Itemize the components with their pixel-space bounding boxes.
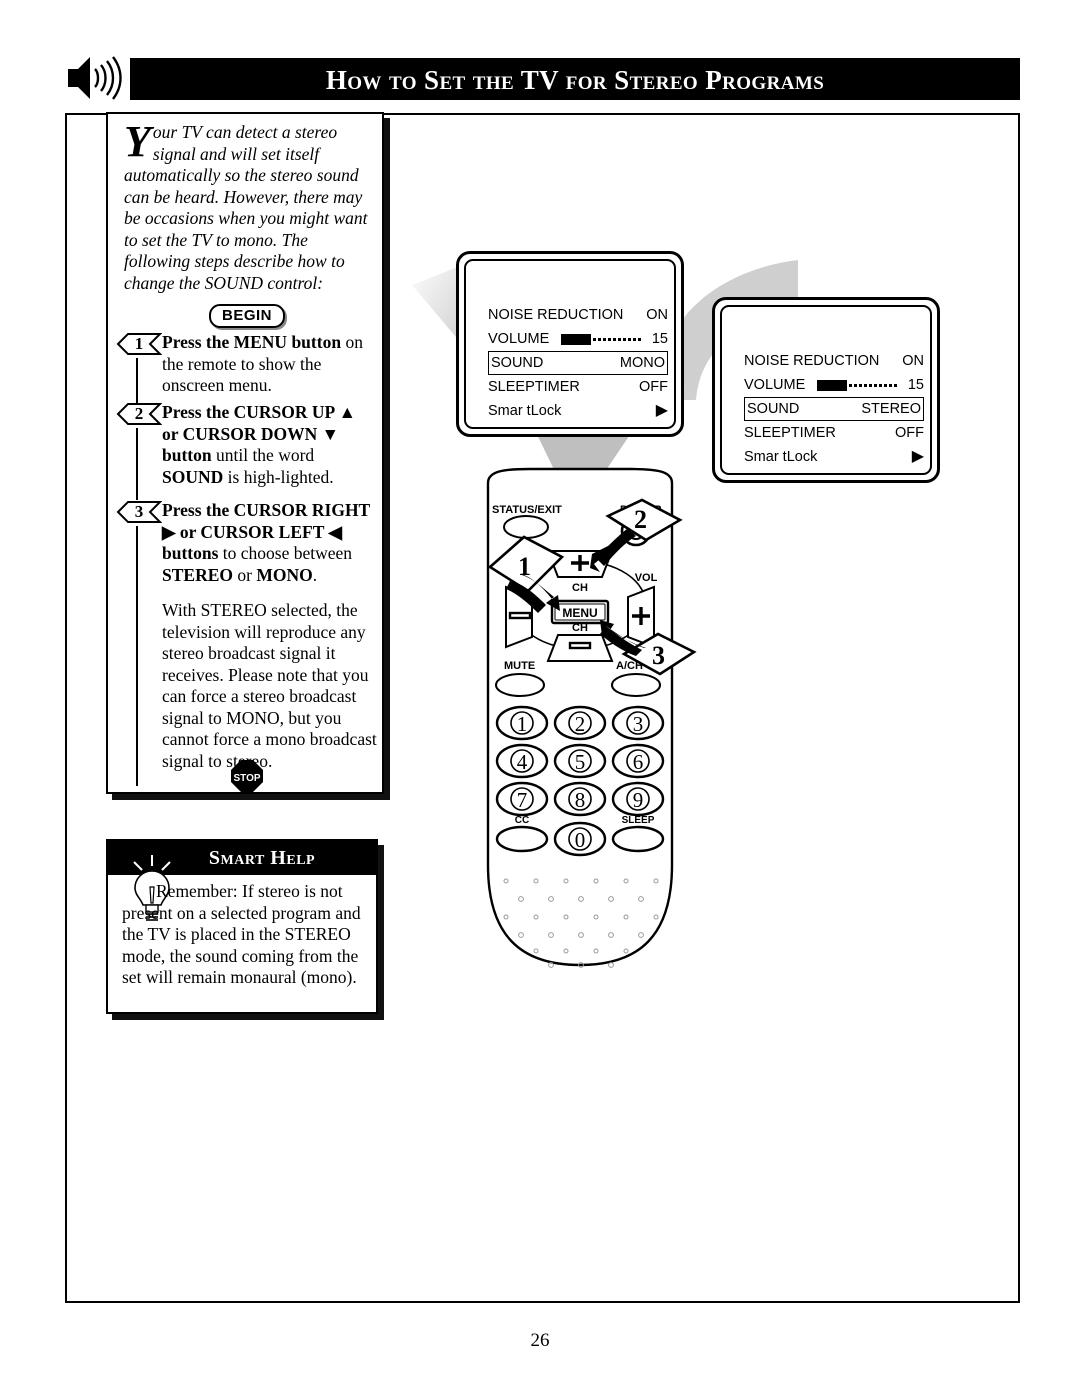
begin-marker: BEGIN (108, 304, 386, 328)
onscreen-menu-stereo: NOISE REDUCTION ON VOLUME 15 SOUND STERE… (744, 349, 924, 469)
menu-row-noise-reduction[interactable]: NOISE REDUCTION ON (488, 303, 668, 327)
remote-keypad: 1 2 3 4 5 6 7 8 9 (495, 705, 665, 817)
svg-text:STOP: STOP (233, 773, 260, 784)
svg-text:1: 1 (517, 712, 528, 736)
menu-label: NOISE REDUCTION (744, 353, 880, 369)
chevron-right-icon: ▶ (911, 448, 924, 465)
menu-row-sound[interactable]: SOUND STEREO (744, 397, 924, 421)
menu-row-sound[interactable]: SOUND MONO (488, 351, 668, 375)
menu-value: 15 (907, 377, 924, 393)
speaker-sound-icon (64, 52, 126, 104)
step-1-badge: 1 (116, 332, 163, 356)
stop-sign-icon: STOP (231, 760, 263, 792)
menu-label: SLEEPTIMER (488, 379, 580, 395)
menu-label: SOUND (491, 355, 544, 371)
menu-value: 15 (651, 331, 668, 347)
volume-slider[interactable] (809, 379, 904, 391)
svg-text:4: 4 (517, 750, 528, 774)
menu-label: Smar tLock (488, 403, 562, 419)
begin-label: BEGIN (208, 304, 285, 328)
page-number: 26 (530, 1330, 550, 1351)
step-1-number: 1 (134, 334, 144, 353)
menu-row-smartlock[interactable]: Smar tLock ▶ (488, 399, 668, 423)
volume-fill (560, 333, 591, 345)
step-3-number: 3 (134, 502, 144, 521)
volume-track (592, 334, 641, 345)
step-3-badge: 3 (116, 500, 163, 524)
svg-text:7: 7 (517, 788, 528, 812)
menu-value: ON (902, 353, 924, 369)
remote-label-mute: MUTE (504, 660, 535, 672)
step-3: 3 Press the CURSOR RIGHT ▶ or CURSOR LEF… (116, 500, 377, 786)
menu-value: STEREO (861, 401, 921, 417)
chevron-right-icon: ▶ (655, 402, 668, 419)
callout-1: 1 (488, 535, 565, 613)
tv-screen-stereo: NOISE REDUCTION ON VOLUME 15 SOUND STERE… (712, 297, 940, 483)
menu-row-noise-reduction[interactable]: NOISE REDUCTION ON (744, 349, 924, 373)
svg-text:8: 8 (575, 788, 586, 812)
callout-1-number: 1 (518, 552, 531, 581)
menu-row-sleeptimer[interactable]: SLEEPTIMER OFF (488, 375, 668, 399)
menu-row-sleeptimer[interactable]: SLEEPTIMER OFF (744, 421, 924, 445)
menu-label: SLEEPTIMER (744, 425, 836, 441)
manual-page: How to Set the TV for Stereo Programs Yo… (0, 0, 1080, 1397)
volume-fill (816, 379, 847, 391)
smart-help-box: Smart Help Remember: If stereo is not pr… (106, 839, 378, 1014)
menu-row-volume[interactable]: VOLUME 15 (488, 327, 668, 351)
closing-paragraph: With STEREO selected, the television wil… (162, 600, 377, 771)
callout-3-number: 3 (652, 641, 665, 670)
callout-2-number: 2 (634, 505, 647, 534)
tv-screen-mono: NOISE REDUCTION ON VOLUME 15 SOUND MONO (456, 251, 684, 437)
menu-value: MONO (619, 355, 665, 371)
menu-label: SOUND (747, 401, 800, 417)
step-1-text: Press the MENU button on the remote to s… (162, 332, 363, 395)
step-1: 1 Press the MENU button on the remote to… (116, 332, 374, 404)
intro-text: our TV can detect a stereo signal and wi… (124, 122, 368, 293)
step-2: 2 Press the CURSOR UP ▲ or CURSOR DOWN ▼… (116, 402, 374, 500)
page-title: How to Set the TV for Stereo Programs (325, 65, 825, 95)
remote-label-cc: CC (515, 815, 529, 826)
menu-value: OFF (895, 425, 924, 441)
menu-value: OFF (639, 379, 668, 395)
instruction-card: Your TV can detect a stereo signal and w… (106, 112, 384, 794)
menu-label: NOISE REDUCTION (488, 307, 624, 323)
intro-paragraph: Your TV can detect a stereo signal and w… (124, 117, 372, 294)
callout-3: 3 (600, 620, 697, 676)
menu-label: VOLUME (488, 331, 550, 347)
svg-text:9: 9 (633, 788, 644, 812)
step-3-text: Press the CURSOR RIGHT ▶ or CURSOR LEFT … (162, 500, 370, 585)
intro-dropcap: Y (124, 117, 151, 166)
menu-label: VOLUME (744, 377, 806, 393)
volume-slider[interactable] (553, 333, 648, 345)
step-2-badge: 2 (116, 402, 163, 426)
volume-track (848, 380, 897, 391)
svg-text:0: 0 (575, 828, 586, 852)
remote-label-sleep: SLEEP (622, 815, 655, 826)
callout-2: 2 (590, 498, 683, 572)
svg-text:2: 2 (575, 712, 586, 736)
menu-value: ON (646, 307, 668, 323)
stop-marker: STOP (108, 759, 386, 798)
menu-label: Smar tLock (744, 449, 818, 465)
steps-list: 1 Press the MENU button on the remote to… (116, 332, 377, 786)
menu-row-volume[interactable]: VOLUME 15 (744, 373, 924, 397)
svg-text:5: 5 (575, 750, 586, 774)
step-2-text: Press the CURSOR UP ▲ or CURSOR DOWN ▼ b… (162, 402, 356, 487)
step-2-number: 2 (134, 404, 144, 423)
onscreen-menu-mono: NOISE REDUCTION ON VOLUME 15 SOUND MONO (488, 303, 668, 423)
menu-row-smartlock[interactable]: Smar tLock ▶ (744, 445, 924, 469)
remote-label-status-exit: STATUS/EXIT (492, 504, 562, 516)
svg-text:3: 3 (633, 712, 644, 736)
svg-text:6: 6 (633, 750, 644, 774)
smart-help-text: Remember: If stereo is not present on a … (122, 881, 361, 987)
